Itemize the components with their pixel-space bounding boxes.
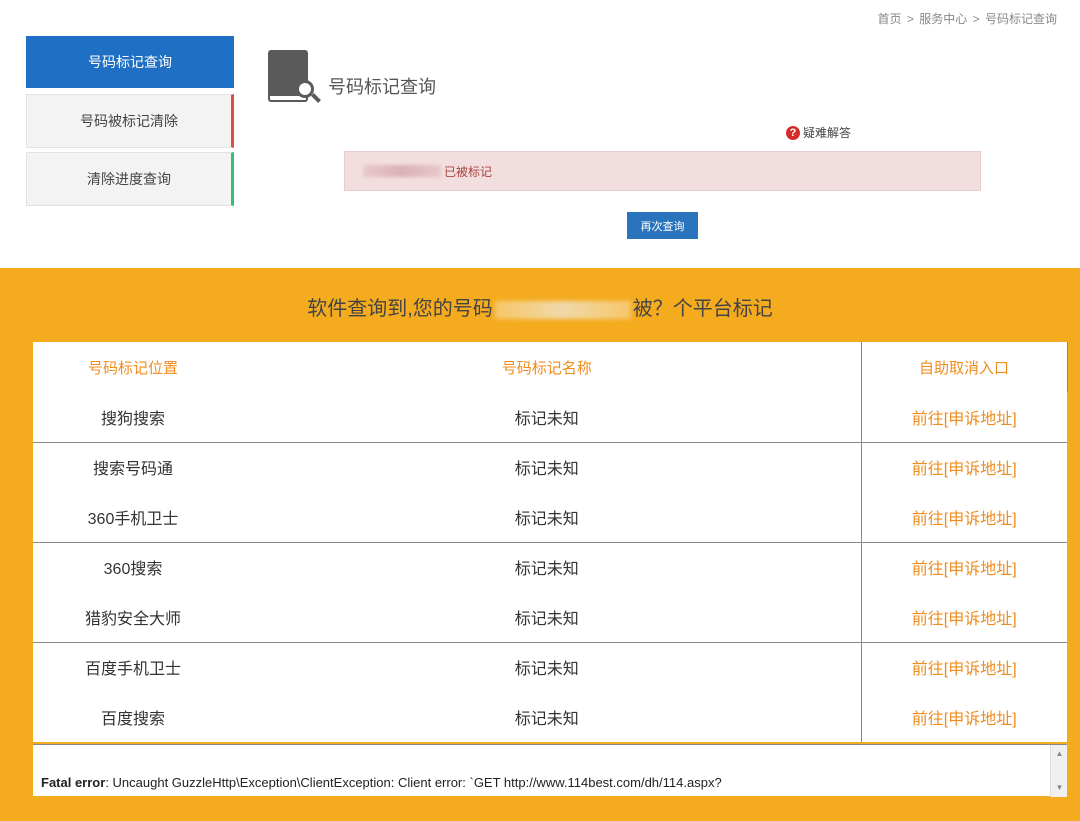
result-table: 号码标记位置 号码标记名称 自助取消入口 搜狗搜索 标记未知 前往[申诉地址] … xyxy=(33,342,1068,742)
result-title-suffix: 被？个平台标记 xyxy=(633,298,773,320)
page-title: 号码标记查询 xyxy=(328,73,436,99)
table-row: 搜索号码通 标记未知 前往[申诉地址] xyxy=(33,442,1067,492)
header-cancel-entry: 自助取消入口 xyxy=(861,342,1067,392)
error-message: Fatal error: Uncaught GuzzleHttp\Excepti… xyxy=(41,775,722,790)
appeal-link[interactable]: 前往[申诉地址] xyxy=(861,442,1067,492)
result-title: 软件查询到,您的号码 被？个平台标记 xyxy=(0,292,1080,321)
appeal-link[interactable]: 前往[申诉地址] xyxy=(861,642,1067,692)
result-table-wrap: 号码标记位置 号码标记名称 自助取消入口 搜狗搜索 标记未知 前往[申诉地址] … xyxy=(33,342,1067,742)
scroll-down-icon[interactable]: ▼ xyxy=(1051,781,1068,795)
appeal-link[interactable]: 前往[申诉地址] xyxy=(861,542,1067,592)
row-mark-name: 标记未知 xyxy=(233,492,861,542)
table-row: 搜狗搜索 标记未知 前往[申诉地址] xyxy=(33,392,1067,442)
table-row: 猎豹安全大师 标记未知 前往[申诉地址] xyxy=(33,592,1067,642)
requery-button[interactable]: 再次查询 xyxy=(627,212,698,239)
row-place: 百度搜索 xyxy=(33,692,233,742)
table-header-row: 号码标记位置 号码标记名称 自助取消入口 xyxy=(33,342,1067,392)
appeal-link[interactable]: 前往[申诉地址] xyxy=(861,692,1067,742)
result-title-prefix: 软件查询到,您的号码 xyxy=(307,298,493,320)
row-place: 360手机卫士 xyxy=(33,492,233,542)
appeal-link[interactable]: 前往[申诉地址] xyxy=(861,592,1067,642)
breadcrumb-home[interactable]: 首页 xyxy=(878,12,902,26)
table-row: 百度搜索 标记未知 前往[申诉地址] xyxy=(33,692,1067,742)
sidebar-item-mark-clear[interactable]: 号码被标记清除 xyxy=(26,94,234,148)
book-search-icon xyxy=(266,50,322,106)
breadcrumb-current: 号码标记查询 xyxy=(985,12,1057,26)
result-alert: 已被标记 xyxy=(344,151,981,191)
row-place: 360搜索 xyxy=(33,542,233,592)
table-row: 360搜索 标记未知 前往[申诉地址] xyxy=(33,542,1067,592)
table-row: 百度手机卫士 标记未知 前往[申诉地址] xyxy=(33,642,1067,692)
row-mark-name: 标记未知 xyxy=(233,542,861,592)
question-icon: ? xyxy=(786,126,800,140)
help-label: 疑难解答 xyxy=(803,124,851,141)
sidebar-nav: 号码标记查询 号码被标记清除 清除进度查询 xyxy=(26,36,234,210)
masked-phone-number xyxy=(495,301,631,319)
row-mark-name: 标记未知 xyxy=(233,642,861,692)
error-output: Fatal error: Uncaught GuzzleHttp\Excepti… xyxy=(33,744,1067,796)
breadcrumb-service-center[interactable]: 服务中心 xyxy=(919,12,967,26)
scroll-up-icon[interactable]: ▲ xyxy=(1051,747,1068,761)
header-mark-name: 号码标记名称 xyxy=(233,342,861,392)
row-mark-name: 标记未知 xyxy=(233,442,861,492)
row-place: 猎豹安全大师 xyxy=(33,592,233,642)
result-panel: 软件查询到,您的号码 被？个平台标记 号码标记位置 号码标记名称 自助取消入口 搜… xyxy=(0,268,1080,821)
error-label: Fatal error xyxy=(41,775,105,790)
header-mark-place: 号码标记位置 xyxy=(33,342,233,392)
page-header: 号码标记查询 xyxy=(266,50,436,106)
breadcrumb: 首页 > 服务中心 > 号码标记查询 xyxy=(877,10,1058,27)
row-mark-name: 标记未知 xyxy=(233,692,861,742)
sidebar-item-mark-query[interactable]: 号码标记查询 xyxy=(26,36,234,88)
breadcrumb-separator: > xyxy=(907,12,914,26)
row-place: 搜狗搜索 xyxy=(33,392,233,442)
appeal-link[interactable]: 前往[申诉地址] xyxy=(861,392,1067,442)
help-link[interactable]: ? 疑难解答 xyxy=(786,124,851,141)
error-scrollbar[interactable]: ▲ ▼ xyxy=(1050,745,1067,797)
row-mark-name: 标记未知 xyxy=(233,392,861,442)
table-row: 360手机卫士 标记未知 前往[申诉地址] xyxy=(33,492,1067,542)
alert-text: 已被标记 xyxy=(444,163,492,180)
error-detail: : Uncaught GuzzleHttp\Exception\ClientEx… xyxy=(105,775,721,790)
masked-phone-number xyxy=(363,165,441,177)
row-place: 搜索号码通 xyxy=(33,442,233,492)
row-mark-name: 标记未知 xyxy=(233,592,861,642)
row-place: 百度手机卫士 xyxy=(33,642,233,692)
sidebar-item-progress-query[interactable]: 清除进度查询 xyxy=(26,152,234,206)
breadcrumb-separator: > xyxy=(973,12,980,26)
appeal-link[interactable]: 前往[申诉地址] xyxy=(861,492,1067,542)
